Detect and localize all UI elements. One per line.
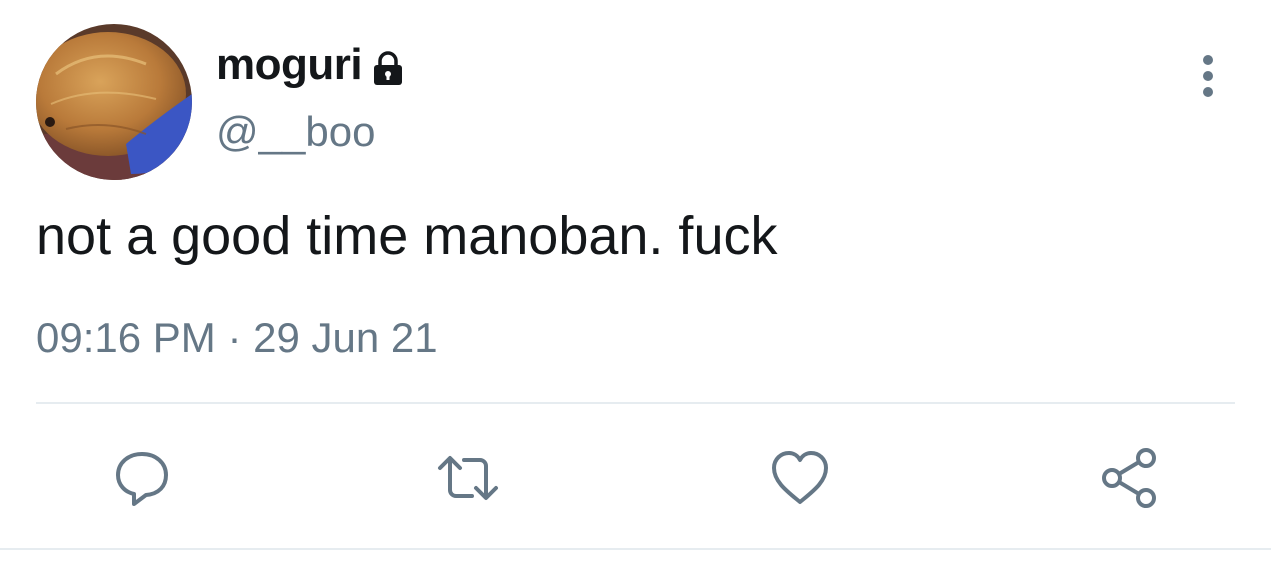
share-icon xyxy=(1102,448,1156,508)
avatar[interactable] xyxy=(36,24,192,180)
display-name-row: moguri xyxy=(216,38,406,92)
retweet-button[interactable] xyxy=(436,446,500,510)
lock-icon xyxy=(370,50,406,86)
share-button[interactable] xyxy=(1098,446,1162,510)
display-name[interactable]: moguri xyxy=(216,40,363,90)
like-button[interactable] xyxy=(768,446,832,510)
reply-icon xyxy=(116,452,168,506)
retweet-icon xyxy=(438,456,498,500)
heart-icon xyxy=(772,451,828,504)
divider xyxy=(36,402,1235,404)
reply-button[interactable] xyxy=(110,446,174,510)
user-handle[interactable]: @__boo xyxy=(216,108,375,156)
more-vertical-icon[interactable] xyxy=(1190,52,1226,100)
tweet-timestamp: 09:16 PM · 29 Jun 21 xyxy=(36,314,438,361)
tweet-text: not a good time manoban. fuck xyxy=(36,206,778,266)
bottom-divider xyxy=(0,548,1271,550)
